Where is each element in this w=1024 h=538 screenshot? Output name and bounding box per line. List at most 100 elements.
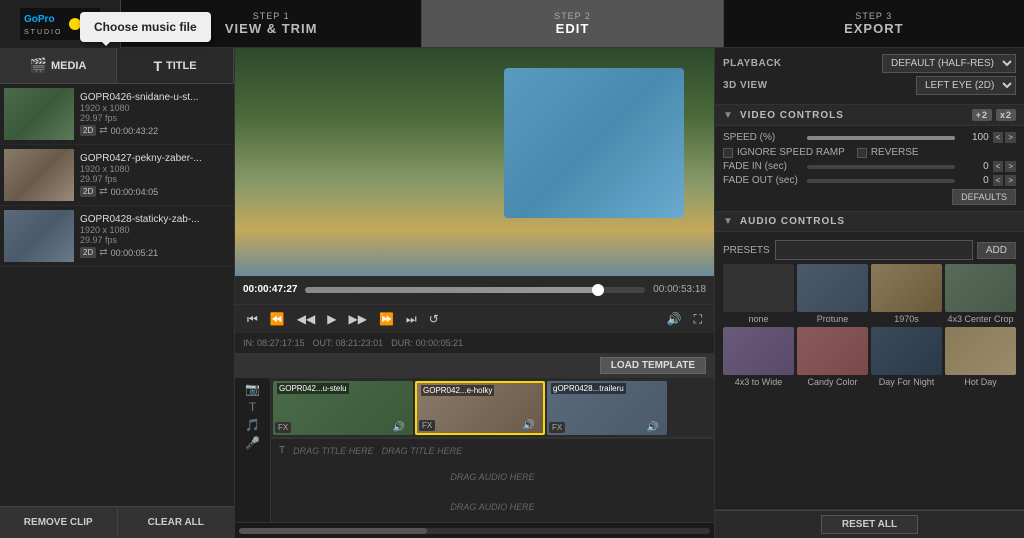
tab-title[interactable]: T TITLE bbox=[117, 48, 234, 83]
clip-3-fx[interactable]: FX bbox=[549, 422, 565, 433]
defaults-button[interactable]: DEFAULTS bbox=[952, 189, 1016, 205]
ignore-speed-ramp-checkbox[interactable] bbox=[723, 148, 733, 158]
fade-in-increase[interactable]: > bbox=[1005, 161, 1016, 172]
timeline-sidebar: 📷 T 🎵 🎤 bbox=[235, 378, 271, 522]
preset-name-night: Day For Night bbox=[871, 377, 942, 387]
tooltip-bubble: Choose music file bbox=[80, 12, 211, 42]
next-frame-button[interactable]: ⏩ bbox=[375, 310, 398, 328]
fade-out-decrease[interactable]: < bbox=[993, 175, 1004, 186]
progress-fill bbox=[305, 287, 604, 293]
timecode-bar: 00:00:47:27 00:00:53:18 bbox=[235, 276, 714, 304]
prev-frame-button[interactable]: ⏪ bbox=[266, 310, 289, 328]
fullscreen-button[interactable]: ⛶ bbox=[690, 310, 706, 329]
music-icon[interactable]: 🎵 bbox=[245, 418, 260, 432]
media-name-2: GOPR0427-pekny-zaber-... bbox=[80, 153, 230, 164]
presets-input[interactable] bbox=[775, 240, 973, 260]
fade-out-increase[interactable]: > bbox=[1005, 175, 1016, 186]
progress-bar[interactable] bbox=[305, 287, 645, 293]
clip-1[interactable]: GOPR042...u-stelu FX 🔊 bbox=[273, 381, 413, 435]
speed-decrease[interactable]: < bbox=[993, 132, 1004, 143]
presets-label: PRESETS bbox=[723, 245, 771, 256]
speed-slider[interactable] bbox=[807, 136, 955, 140]
list-item[interactable]: GOPR0426-snidane-u-st... 1920 x 1080 29.… bbox=[0, 84, 234, 145]
reverse-label: REVERSE bbox=[871, 147, 919, 158]
loop-button[interactable]: ↺ bbox=[425, 310, 443, 328]
timeline-scrollbar[interactable] bbox=[239, 528, 710, 534]
fade-in-slider[interactable] bbox=[807, 165, 955, 169]
clip-3[interactable]: gOPR0428...traileru FX 🔊 bbox=[547, 381, 667, 435]
sync-icon: ⇄ bbox=[99, 247, 107, 258]
svg-text:GoPro: GoPro bbox=[24, 14, 55, 25]
playback-label: PLAYBACK bbox=[723, 58, 782, 69]
step-export[interactable]: STEP 3 EXPORT bbox=[723, 0, 1024, 47]
fade-in-label: FADE IN (sec) bbox=[723, 161, 803, 172]
collapse-audio-btn[interactable]: ▼ bbox=[723, 216, 734, 227]
left-panel: 🎬 MEDIA T TITLE GOPR0426-snidane-u-st...… bbox=[0, 48, 235, 538]
tab-media[interactable]: 🎬 MEDIA bbox=[0, 48, 117, 83]
speed-increase[interactable]: > bbox=[1005, 132, 1016, 143]
preset-wide[interactable]: 4x3 to Wide bbox=[723, 327, 794, 387]
clip-2-fx[interactable]: FX bbox=[419, 420, 435, 431]
timeline-scroll-thumb bbox=[239, 528, 427, 534]
reset-all-button[interactable]: RESET ALL bbox=[821, 515, 918, 534]
reverse-checkbox[interactable] bbox=[857, 148, 867, 158]
clip-1-label: GOPR042...u-stelu bbox=[277, 383, 349, 394]
media-badges-2: 2D ⇄ 00:00:04:05 bbox=[80, 186, 230, 197]
preset-thumb-center bbox=[945, 264, 1016, 312]
timeline-content: GOPR042...u-stelu FX 🔊 GOPR042...e-holky… bbox=[271, 378, 714, 522]
list-item[interactable]: GOPR0428-staticky-zab-... 1920 x 1080 29… bbox=[0, 206, 234, 267]
preset-center-crop[interactable]: 4x3 Center Crop bbox=[945, 264, 1016, 324]
preset-day-for-night[interactable]: Day For Night bbox=[871, 327, 942, 387]
preset-candy[interactable]: Candy Color bbox=[797, 327, 868, 387]
media-info-1: GOPR0426-snidane-u-st... 1920 x 1080 29.… bbox=[74, 92, 230, 136]
fade-in-decrease[interactable]: < bbox=[993, 161, 1004, 172]
title-track-1: T DRAG TITLE HERE DRAG TITLE HERE bbox=[271, 438, 714, 462]
preset-none[interactable]: none bbox=[723, 264, 794, 324]
clear-all-button[interactable]: CLEAR ALL bbox=[117, 507, 235, 538]
clip-3-sound: 🔊 bbox=[647, 422, 659, 433]
preset-name-candy: Candy Color bbox=[797, 377, 868, 387]
preset-protune[interactable]: Protune bbox=[797, 264, 868, 324]
collapse-video-btn[interactable]: ▼ bbox=[723, 110, 734, 121]
fade-out-label: FADE OUT (sec) bbox=[723, 175, 803, 186]
clip-1-fx[interactable]: FX bbox=[275, 422, 291, 433]
ignore-speed-ramp-item: IGNORE SPEED RAMP bbox=[723, 147, 845, 158]
ignore-speed-ramp-label: IGNORE SPEED RAMP bbox=[737, 147, 845, 158]
step-edit[interactable]: STEP 2 EDIT bbox=[421, 0, 722, 47]
mic-icon[interactable]: 🎤 bbox=[245, 436, 260, 450]
remove-clip-button[interactable]: REMOVE CLIP bbox=[0, 507, 117, 538]
3d-view-select[interactable]: LEFT EYE (2D) bbox=[916, 76, 1016, 95]
badge-2d: 2D bbox=[80, 186, 96, 197]
preset-1970s[interactable]: 1970s bbox=[871, 264, 942, 324]
preset-name-hotday: Hot Day bbox=[945, 377, 1016, 387]
video-preview bbox=[235, 48, 714, 276]
load-template-button[interactable]: LOAD TEMPLATE bbox=[600, 357, 706, 374]
timeline: 📷 T 🎵 🎤 GOPR042...u-stelu FX 🔊 bbox=[235, 377, 714, 538]
video-truck-object bbox=[504, 68, 684, 218]
clip-2[interactable]: GOPR042...e-holky FX 🔊 bbox=[415, 381, 545, 435]
add-preset-button[interactable]: ADD bbox=[977, 242, 1016, 259]
clip-1-sound: 🔊 bbox=[393, 422, 405, 433]
timecode-total: 00:00:53:18 bbox=[653, 284, 706, 295]
progress-thumb bbox=[592, 284, 604, 296]
preset-thumb-hotday bbox=[945, 327, 1016, 375]
fast-forward-button[interactable]: ▶▶ bbox=[344, 310, 370, 328]
preset-thumb-night bbox=[871, 327, 942, 375]
media-res-2: 1920 x 1080 bbox=[80, 164, 230, 174]
skip-forward-button[interactable]: ⏭ bbox=[402, 310, 421, 329]
skip-back-button[interactable]: ⏮ bbox=[243, 310, 262, 329]
volume-icon[interactable]: 🔊 bbox=[663, 310, 686, 328]
play-button[interactable]: ▶ bbox=[323, 310, 340, 328]
clip-2-sound: 🔊 bbox=[523, 420, 535, 431]
center-panel: 00:00:47:27 00:00:53:18 ⏮ ⏪ ◀◀ ▶ ▶▶ ⏩ ⏭ … bbox=[235, 48, 714, 538]
playback-select[interactable]: DEFAULT (HALF-RES) bbox=[882, 54, 1016, 73]
title-placeholder-1: DRAG TITLE HERE bbox=[293, 446, 374, 456]
timecode-current: 00:00:47:27 bbox=[243, 284, 297, 295]
preset-name-none: none bbox=[723, 314, 794, 324]
fade-out-slider[interactable] bbox=[807, 179, 955, 183]
vc-badge-x2: x2 bbox=[996, 109, 1016, 121]
rewind-button[interactable]: ◀◀ bbox=[293, 310, 319, 328]
preset-hot-day[interactable]: Hot Day bbox=[945, 327, 1016, 387]
media-list: GOPR0426-snidane-u-st... 1920 x 1080 29.… bbox=[0, 84, 234, 506]
list-item[interactable]: GOPR0427-pekny-zaber-... 1920 x 1080 29.… bbox=[0, 145, 234, 206]
